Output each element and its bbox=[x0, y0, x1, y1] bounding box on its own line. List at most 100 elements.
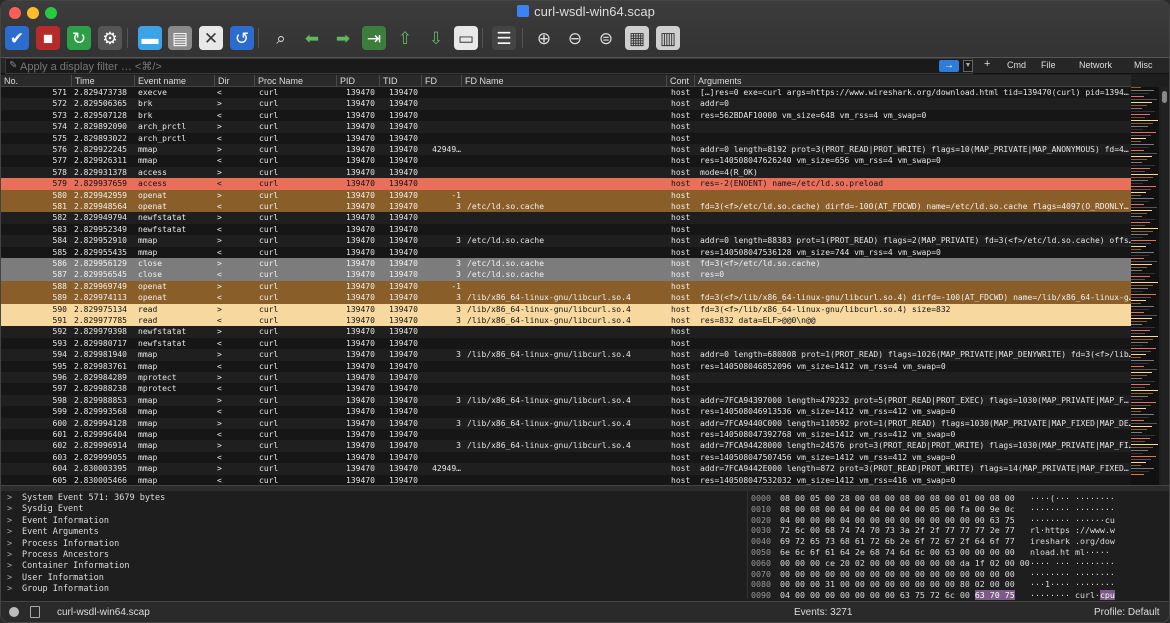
event-row[interactable]: 572 2.829506365 brk > curl 139470 139470 host ad… bbox=[1, 98, 1131, 110]
column-header-fd[interactable]: FD bbox=[421, 75, 461, 87]
expand-arrow-icon[interactable]: > bbox=[7, 561, 12, 572]
capture-comment-icon[interactable] bbox=[30, 606, 40, 618]
event-row[interactable]: 587 2.829956545 close < curl 139470 139470 3/et… bbox=[1, 269, 1131, 281]
event-row[interactable]: 582 2.829949794 newfstatat > curl 139470 13947… bbox=[1, 212, 1131, 224]
column-header-cont[interactable]: Cont bbox=[666, 75, 694, 87]
zoom-reset-icon[interactable]: ⊜ bbox=[594, 26, 618, 50]
open-file-icon[interactable]: ▬ bbox=[138, 26, 162, 50]
close-file-icon[interactable]: ✕ bbox=[199, 26, 223, 50]
event-row[interactable]: 577 2.829926311 mmap < curl 139470 139470 host r… bbox=[1, 155, 1131, 167]
detail-item[interactable]: > Sysdig Event bbox=[1, 504, 743, 515]
expand-arrow-icon[interactable]: > bbox=[7, 550, 12, 561]
resize-columns-icon[interactable]: ▦ bbox=[625, 26, 649, 50]
column-header-fd-name[interactable]: FD Name bbox=[461, 75, 666, 87]
event-row[interactable]: 579 2.829937659 access < curl 139470 139470 hos… bbox=[1, 178, 1131, 190]
scrollbar-thumb[interactable] bbox=[1162, 91, 1167, 103]
event-row[interactable]: 575 2.829893022 arch_prctl < curl 139470 13947… bbox=[1, 132, 1131, 144]
filter-history-dropdown[interactable]: ▼ bbox=[963, 60, 973, 72]
zoom-out-icon[interactable]: ⊖ bbox=[563, 26, 587, 50]
column-header-arguments[interactable]: Arguments bbox=[694, 75, 1131, 87]
detail-item[interactable]: > Event Information bbox=[1, 516, 743, 527]
event-row[interactable]: 591 2.829977785 read < curl 139470 139470 3/lib… bbox=[1, 315, 1131, 327]
event-row[interactable]: 585 2.829955435 mmap < curl 139470 139470 host r… bbox=[1, 246, 1131, 258]
event-row[interactable]: 581 2.829948564 openat < curl 139470 139470 3/e… bbox=[1, 201, 1131, 213]
zoom-in-icon[interactable]: ⊕ bbox=[532, 26, 556, 50]
detail-item[interactable]: > User Information bbox=[1, 573, 743, 584]
event-row[interactable]: 605 2.830005466 mmap < curl 139470 139470 host r… bbox=[1, 474, 1131, 485]
layout-icon[interactable]: ▥ bbox=[656, 26, 680, 50]
event-row[interactable]: 586 2.829956129 close > curl 139470 139470 3/et… bbox=[1, 258, 1131, 270]
go-first-icon[interactable]: ⇧ bbox=[393, 26, 417, 50]
event-row[interactable]: 583 2.829952349 newfstatat < curl 139470 13947… bbox=[1, 223, 1131, 236]
event-row[interactable]: 602 2.829996914 mmap > curl 139470 139470 3/lib… bbox=[1, 440, 1131, 452]
detail-item[interactable]: > Process Information bbox=[1, 539, 743, 550]
event-row[interactable]: 594 2.829981940 mmap > curl 139470 139470 3/lib… bbox=[1, 349, 1131, 361]
find-icon[interactable]: ⌕ bbox=[269, 26, 293, 50]
filter-button-network[interactable]: Network bbox=[1079, 60, 1112, 70]
filter-button-file[interactable]: File bbox=[1041, 60, 1056, 70]
column-header-time[interactable]: Time bbox=[71, 75, 134, 87]
event-row[interactable]: 592 2.829979398 newfstatat > curl 139470 13947… bbox=[1, 326, 1131, 338]
column-header-tid[interactable]: TID bbox=[379, 75, 421, 87]
apply-filter-button[interactable]: → bbox=[939, 60, 959, 72]
detail-item[interactable]: > Event Arguments bbox=[1, 527, 743, 538]
event-list-scrollbar[interactable] bbox=[1161, 87, 1168, 485]
go-to-event-icon[interactable]: ⇥ bbox=[362, 26, 386, 50]
event-row[interactable]: 595 2.829983761 mmap < curl 139470 139470 host r… bbox=[1, 360, 1131, 372]
expand-arrow-icon[interactable]: > bbox=[7, 493, 12, 504]
capture-options-icon[interactable]: ⚙ bbox=[98, 26, 122, 50]
event-row[interactable]: 590 2.829975134 read > curl 139470 139470 3/lib… bbox=[1, 303, 1131, 315]
bookmark-icon[interactable]: ✎ bbox=[9, 60, 17, 71]
filter-button-cmd[interactable]: Cmd bbox=[1007, 60, 1026, 70]
expand-arrow-icon[interactable]: > bbox=[7, 539, 12, 550]
add-filter-button[interactable]: + bbox=[984, 58, 990, 70]
expert-info-icon[interactable] bbox=[9, 607, 19, 617]
event-list[interactable]: 571 2.829473738 execve < curl 139470 139470 hos… bbox=[1, 87, 1131, 485]
event-list-minimap[interactable] bbox=[1131, 87, 1159, 485]
filter-button-misc[interactable]: Misc bbox=[1134, 60, 1153, 70]
go-back-icon[interactable]: ⬅ bbox=[300, 26, 324, 50]
column-header-dir[interactable]: Dir bbox=[214, 75, 254, 87]
go-forward-icon[interactable]: ➡ bbox=[331, 26, 355, 50]
expand-arrow-icon[interactable]: > bbox=[7, 527, 12, 538]
expand-arrow-icon[interactable]: > bbox=[7, 584, 12, 595]
restart-capture-icon[interactable]: ↻ bbox=[67, 26, 91, 50]
autoscroll-icon[interactable]: ▭ bbox=[454, 26, 478, 50]
display-filter-input[interactable]: ✎ Apply a display filter … <⌘/> bbox=[5, 58, 973, 74]
event-row[interactable]: 599 2.829993568 mmap < curl 139470 139470 host r… bbox=[1, 406, 1131, 418]
event-row[interactable]: 589 2.829974113 openat < curl 139470 139470 3/l… bbox=[1, 292, 1131, 304]
event-row[interactable]: 574 2.829892090 arch_prctl > curl 139470 13947… bbox=[1, 121, 1131, 133]
detail-item[interactable]: > Group Information bbox=[1, 584, 743, 595]
event-details-tree[interactable]: > System Event 571: 3679 bytes > Sysdig Eve… bbox=[1, 491, 743, 599]
status-profile[interactable]: Profile: Default bbox=[1094, 607, 1160, 618]
expand-arrow-icon[interactable]: > bbox=[7, 573, 12, 584]
expand-arrow-icon[interactable]: > bbox=[7, 516, 12, 527]
column-header-no[interactable]: No. bbox=[1, 75, 71, 87]
event-row[interactable]: 588 2.829969749 openat > curl 139470 139470 -1 h… bbox=[1, 280, 1131, 293]
event-row[interactable]: 604 2.830003395 mmap > curl 139470 139470 42949… bbox=[1, 463, 1131, 475]
file-icon[interactable]: ▤ bbox=[168, 26, 192, 50]
event-row[interactable]: 596 2.829984289 mprotect > curl 139470 139470 h… bbox=[1, 372, 1131, 384]
column-header-pid[interactable]: PID bbox=[336, 75, 379, 87]
event-row[interactable]: 601 2.829996404 mmap < curl 139470 139470 host r… bbox=[1, 429, 1131, 441]
event-row[interactable]: 573 2.829507128 brk < curl 139470 139470 host re… bbox=[1, 109, 1131, 122]
event-row[interactable]: 571 2.829473738 execve < curl 139470 139470 hos… bbox=[1, 87, 1131, 99]
event-row[interactable]: 603 2.829999055 mmap < curl 139470 139470 host r… bbox=[1, 451, 1131, 464]
expand-arrow-icon[interactable]: > bbox=[7, 504, 12, 515]
column-header-event-name[interactable]: Event name bbox=[134, 75, 214, 87]
detail-item[interactable]: > Process Ancestors bbox=[1, 550, 743, 561]
event-row[interactable]: 578 2.829931378 access > curl 139470 139470 hos… bbox=[1, 166, 1131, 179]
colorize-icon[interactable]: ☰ bbox=[492, 26, 516, 50]
sysdig-logo-icon[interactable]: ✔ bbox=[5, 26, 29, 50]
stop-capture-icon[interactable]: ■ bbox=[36, 26, 60, 50]
event-row[interactable]: 593 2.829980717 newfstatat < curl 139470 13947… bbox=[1, 337, 1131, 350]
detail-item[interactable]: > Container Information bbox=[1, 561, 743, 572]
event-row[interactable]: 598 2.829988853 mmap > curl 139470 139470 3/lib… bbox=[1, 394, 1131, 407]
detail-item[interactable]: > System Event 571: 3679 bytes bbox=[1, 493, 743, 504]
event-row[interactable]: 600 2.829994128 mmap > curl 139470 139470 3/lib… bbox=[1, 417, 1131, 429]
event-row[interactable]: 584 2.829952910 mmap > curl 139470 139470 3/etc… bbox=[1, 235, 1131, 247]
reload-icon[interactable]: ↺ bbox=[230, 26, 254, 50]
column-header-proc-name[interactable]: Proc Name bbox=[254, 75, 336, 87]
event-row[interactable]: 576 2.829922245 mmap > curl 139470 139470 42949… bbox=[1, 144, 1131, 156]
event-row[interactable]: 580 2.829942959 openat > curl 139470 139470 -1 h… bbox=[1, 189, 1131, 201]
